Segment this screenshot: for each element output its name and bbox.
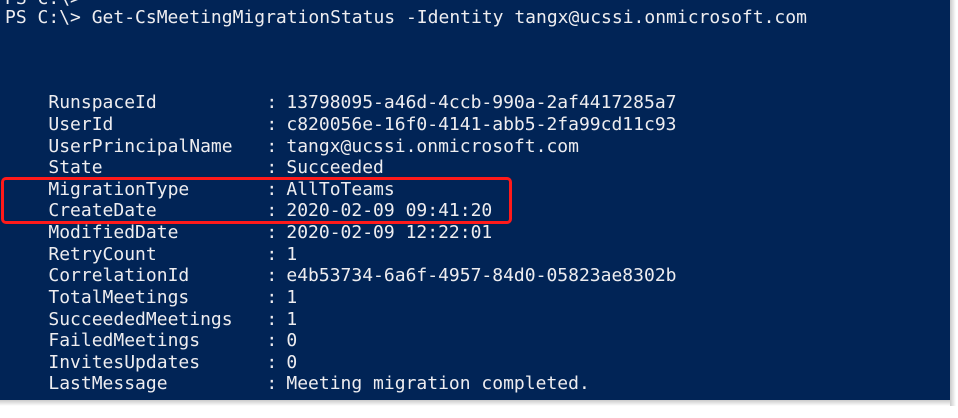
- output-row-totalmeetings: TotalMeetings:1: [5, 265, 297, 308]
- output-row-invitesupdates: InvitesUpdates:0: [5, 330, 297, 373]
- bottom-shadow: [0, 400, 950, 406]
- powershell-console[interactable]: PS C:\> PS C:\> Get-CsMeetingMigrationSt…: [0, 0, 950, 400]
- separator: :: [266, 372, 278, 394]
- command-line: PS C:\> Get-CsMeetingMigrationStatus -Id…: [5, 7, 807, 28]
- output-row-retrycount: RetryCount:1: [5, 222, 297, 265]
- output-row-createdate: CreateDate:2020-02-09 09:41:20: [5, 178, 492, 221]
- output-row-correlationid: CorrelationId: e4b53734-6a6f-4957-84d0-05…: [5, 243, 676, 286]
- output-row-runspaceid: RunspaceId:13798095-a46d-4ccb-990a-2af44…: [5, 70, 676, 113]
- output-row-succeededmeetings: SucceededMeetings:1: [5, 287, 297, 330]
- output-row-userid: UserId: c820056e-16f0-4141-abb5-2fa99cd11…: [5, 92, 676, 135]
- right-shadow: [950, 0, 956, 406]
- output-row-state: State: Succeeded: [5, 135, 384, 178]
- property-value: e4b53734-6a6f-4957-84d0-05823ae8302b: [286, 264, 677, 286]
- property-value: 2020-02-09 12:22:01: [286, 221, 493, 243]
- output-row-migrationtype: MigrationType: AllToTeams: [5, 157, 394, 200]
- property-value: Meeting migration completed.: [286, 372, 590, 394]
- output-row-modifieddate: ModifiedDate:2020-02-09 12:22:01: [5, 200, 492, 243]
- output-row-failedmeetings: FailedMeetings:0: [5, 308, 297, 351]
- output-row-userprincipalname: UserPrincipalName: tangx@ucssi.onmicrosof…: [5, 114, 579, 157]
- property-name: LastMessage: [48, 372, 168, 394]
- output-row-lastmessage: LastMessage: Meeting migration completed.: [5, 351, 589, 394]
